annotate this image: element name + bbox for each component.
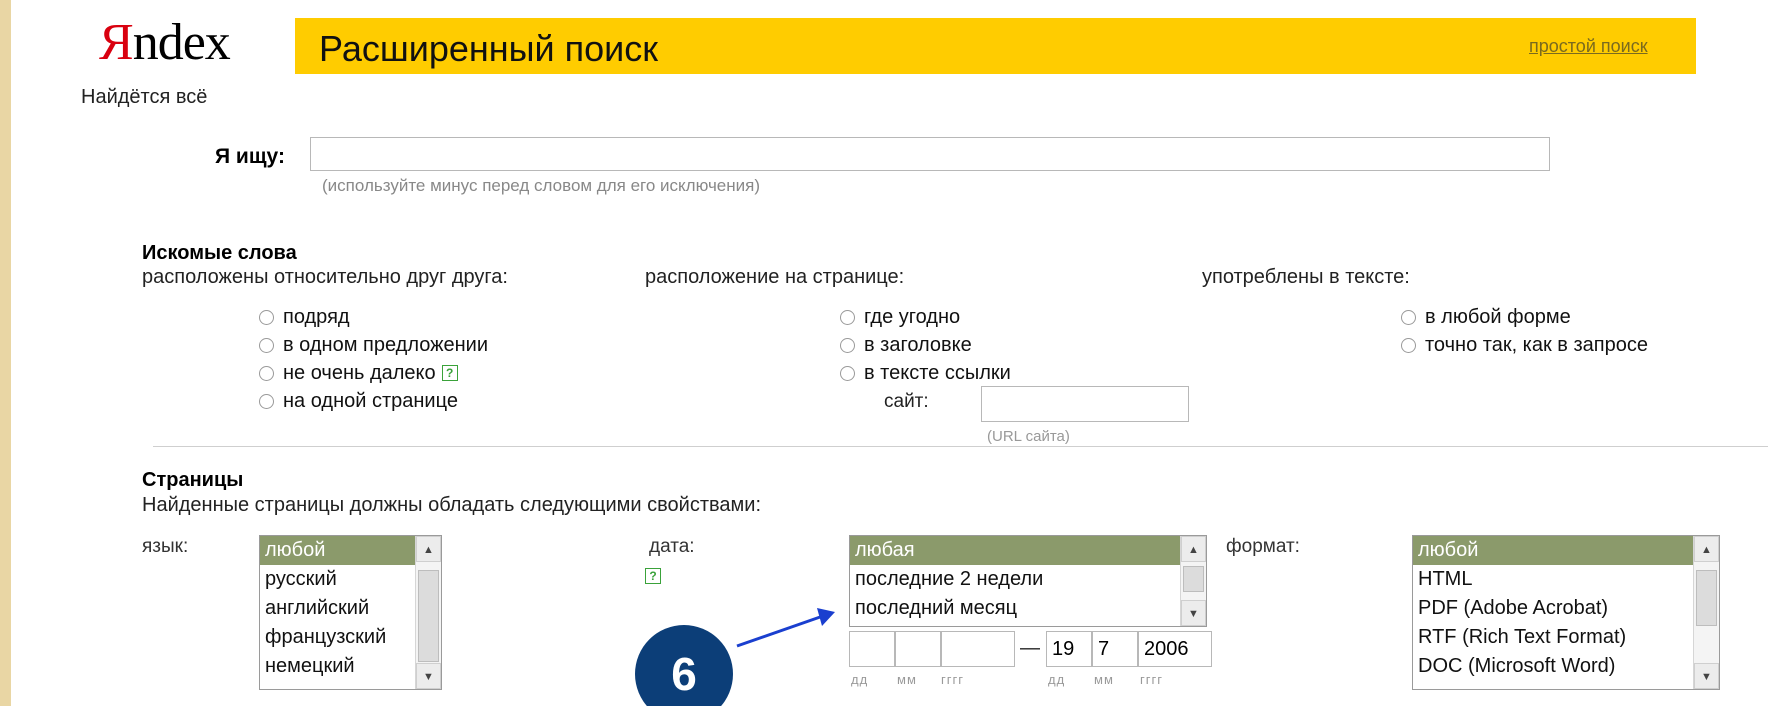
date-to-year[interactable]: 2006	[1138, 631, 1212, 667]
date-listbox[interactable]: любая последние 2 недели последний месяц…	[849, 535, 1207, 627]
date-from-month[interactable]	[895, 631, 941, 667]
scroll-up-icon[interactable]: ▲	[1181, 536, 1206, 562]
list-item[interactable]: PDF (Adobe Acrobat)	[1413, 594, 1719, 623]
list-item[interactable]: русский	[260, 565, 441, 594]
list-item[interactable]: любой	[260, 536, 441, 565]
query-label: Я ищу:	[215, 145, 285, 168]
date-range-dash: —	[1020, 637, 1040, 659]
scrollbar-thumb[interactable]	[1696, 570, 1717, 626]
relative-radio-group: подряд в одном предложении не очень дале…	[259, 303, 488, 415]
scroll-up-icon[interactable]: ▲	[1694, 536, 1719, 562]
yandex-logo[interactable]: Яndex	[99, 17, 231, 69]
list-item[interactable]: английский	[260, 594, 441, 623]
section-divider	[153, 446, 1768, 447]
help-icon[interactable]: ?	[441, 365, 458, 381]
scrollbar-thumb[interactable]	[1183, 566, 1204, 592]
radio-circle[interactable]	[1401, 309, 1416, 325]
radio-anywhere[interactable]: где угодно	[840, 303, 1011, 331]
scrollbar-thumb[interactable]	[418, 570, 439, 662]
date-hint: мм	[897, 672, 917, 687]
site-label: сайт:	[884, 391, 929, 412]
radio-not-far[interactable]: не очень далеко?	[259, 359, 488, 387]
simple-search-link[interactable]: простой поиск	[1529, 36, 1648, 57]
form-radio-group: в любой форме точно так, как в запросе	[1401, 303, 1648, 359]
words-relative-label: расположены относительно друг друга:	[142, 266, 508, 288]
date-label: дата:	[649, 536, 695, 557]
radio-circle[interactable]	[259, 393, 274, 409]
page-title: Расширенный поиск	[319, 28, 658, 69]
scrollbar[interactable]: ▲ ▼	[415, 536, 441, 689]
page-panel: Яndex Найдётся всё Расширенный поиск про…	[11, 0, 1773, 706]
list-item[interactable]: DOC (Microsoft Word)	[1413, 652, 1719, 681]
radio-label: не очень далеко	[283, 361, 436, 384]
location-radio-group: где угодно в заголовке в тексте ссылки	[840, 303, 1011, 387]
radio-label: подряд	[283, 305, 350, 328]
radio-circle[interactable]	[259, 337, 274, 353]
radio-label: на одной странице	[283, 389, 458, 412]
date-from-year[interactable]	[941, 631, 1015, 667]
words-section-title: Искомые слова	[142, 242, 297, 264]
format-label: формат:	[1226, 536, 1300, 557]
scroll-down-icon[interactable]: ▼	[416, 663, 441, 689]
radio-exact-form[interactable]: точно так, как в запросе	[1401, 331, 1648, 359]
radio-circle[interactable]	[840, 365, 855, 381]
radio-label: точно так, как в запросе	[1425, 333, 1648, 356]
radio-podryad[interactable]: подряд	[259, 303, 488, 331]
annotation-arrow	[736, 608, 835, 648]
words-location-label: расположение на странице:	[645, 266, 905, 288]
radio-label: в заголовке	[864, 333, 972, 356]
radio-in-title[interactable]: в заголовке	[840, 331, 1011, 359]
list-item[interactable]: последний месяц	[850, 594, 1206, 623]
date-to-day[interactable]: 19	[1046, 631, 1092, 667]
pages-section-subtitle: Найденные страницы должны обладать следу…	[142, 494, 762, 516]
date-hint: гггг	[941, 672, 964, 687]
radio-circle[interactable]	[1401, 337, 1416, 353]
radio-circle[interactable]	[259, 309, 274, 325]
radio-circle[interactable]	[259, 365, 274, 381]
radio-circle[interactable]	[840, 337, 855, 353]
site-url-hint: (URL сайта)	[987, 428, 1070, 445]
list-item[interactable]: RTF (Rich Text Format)	[1413, 623, 1719, 652]
scrollbar[interactable]: ▲ ▼	[1180, 536, 1206, 626]
language-listbox[interactable]: любой русский английский французский нем…	[259, 535, 442, 690]
search-input[interactable]	[310, 137, 1550, 171]
date-hint: мм	[1094, 672, 1114, 687]
date-from-day[interactable]	[849, 631, 895, 667]
list-item[interactable]: последние 2 недели	[850, 565, 1206, 594]
radio-in-link-text[interactable]: в тексте ссылки	[840, 359, 1011, 387]
language-label: язык:	[142, 536, 189, 557]
date-hint: гггг	[1140, 672, 1163, 687]
pages-section-title: Страницы	[142, 469, 244, 491]
slogan: Найдётся всё	[81, 86, 208, 108]
radio-label: в одном предложении	[283, 333, 488, 356]
radio-one-sentence[interactable]: в одном предложении	[259, 331, 488, 359]
radio-one-page[interactable]: на одной странице	[259, 387, 488, 415]
date-help-wrap: ?	[645, 567, 661, 585]
radio-label: в тексте ссылки	[864, 361, 1011, 384]
radio-any-form[interactable]: в любой форме	[1401, 303, 1648, 331]
radio-label: где угодно	[864, 305, 961, 328]
words-form-label: употреблены в тексте:	[1202, 266, 1410, 288]
site-url-input[interactable]	[981, 386, 1189, 422]
list-item[interactable]: немецкий	[260, 652, 441, 681]
radio-label: в любой форме	[1425, 305, 1571, 328]
list-item[interactable]: HTML	[1413, 565, 1719, 594]
step-number-badge: 6	[635, 625, 733, 706]
radio-circle[interactable]	[840, 309, 855, 325]
list-item[interactable]: любая	[850, 536, 1206, 565]
scroll-down-icon[interactable]: ▼	[1694, 663, 1719, 689]
date-to-month[interactable]: 7	[1092, 631, 1138, 667]
scroll-down-icon[interactable]: ▼	[1181, 600, 1206, 626]
help-icon[interactable]: ?	[645, 568, 661, 584]
query-hint: (используйте минус перед словом для его …	[322, 176, 761, 195]
list-item[interactable]: любой	[1413, 536, 1719, 565]
date-hint: дд	[1048, 672, 1066, 687]
list-item[interactable]: французский	[260, 623, 441, 652]
format-listbox[interactable]: любой HTML PDF (Adobe Acrobat) RTF (Rich…	[1412, 535, 1720, 690]
scrollbar[interactable]: ▲ ▼	[1693, 536, 1719, 689]
scroll-up-icon[interactable]: ▲	[416, 536, 441, 562]
date-hint: дд	[851, 672, 869, 687]
